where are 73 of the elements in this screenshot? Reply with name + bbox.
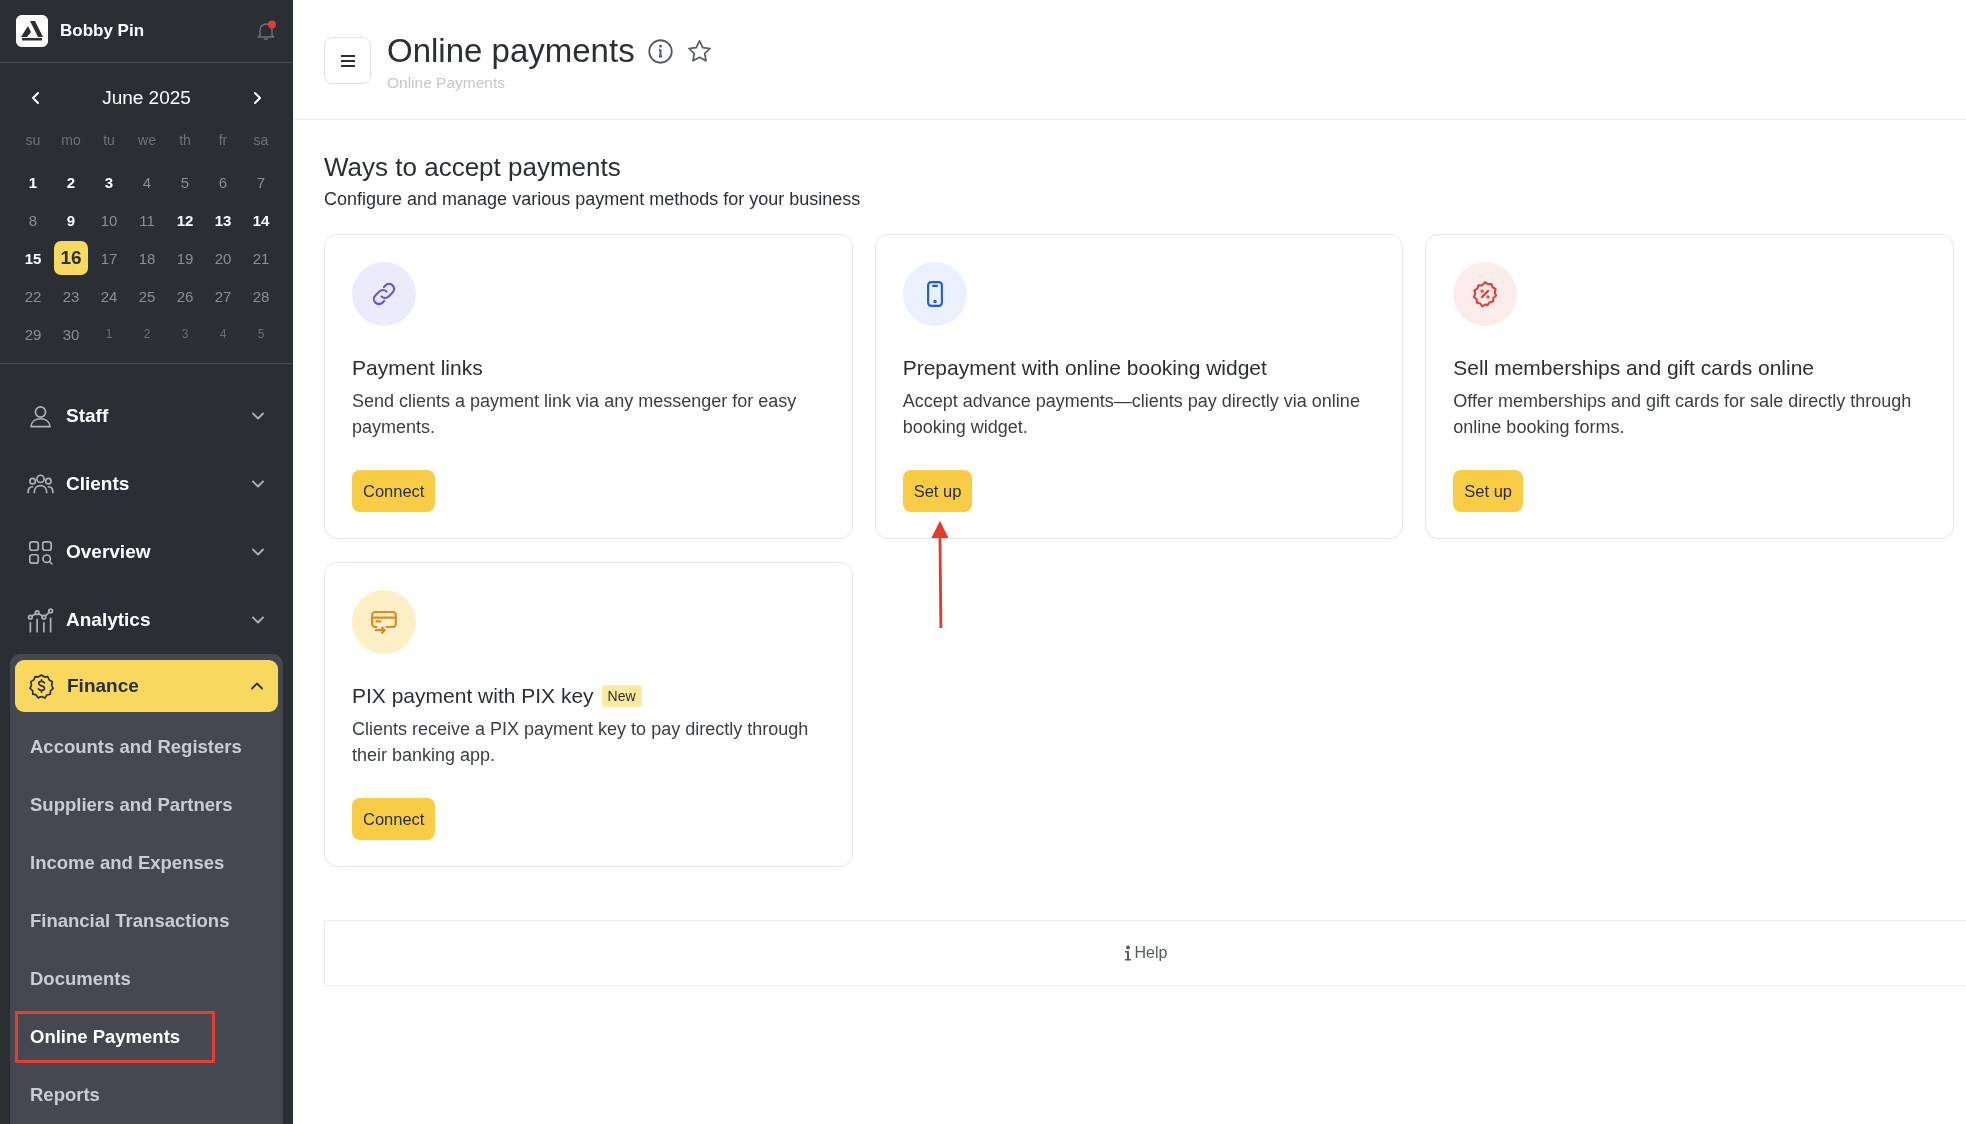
weekday-label: tu: [102, 131, 116, 150]
card-title: Prepayment with online booking widget: [902, 356, 1267, 380]
calendar-day[interactable]: 24: [92, 279, 126, 313]
card-title: Sell memberships and gift cards online: [1453, 356, 1814, 380]
nav-item[interactable]: Finance: [15, 660, 278, 712]
calendar-day[interactable]: 2: [130, 317, 164, 351]
help-link[interactable]: Help: [1123, 944, 1168, 962]
calendar-day[interactable]: 13: [206, 203, 240, 237]
calendar-day[interactable]: 16: [54, 241, 88, 275]
card-description: Send clients a payment link via any messenger for easy payments.: [352, 390, 798, 439]
nav-item[interactable]: Analytics: [14, 594, 279, 646]
weekday-label: mo: [60, 131, 82, 150]
weekday-label: sa: [252, 131, 270, 150]
calendar-day[interactable]: 4: [206, 317, 240, 351]
weekday-label: th: [178, 131, 192, 150]
weekday-label: we: [137, 131, 157, 150]
calendar-day[interactable]: 27: [206, 279, 240, 313]
calendar-day[interactable]: 26: [168, 279, 202, 313]
calendar-day[interactable]: 12: [168, 203, 202, 237]
calendar-day[interactable]: 15: [16, 241, 50, 275]
weekday-label: su: [24, 131, 42, 150]
card-action-button[interactable]: Set up: [1453, 470, 1524, 512]
card-description: Accept advance payments—clients pay directly via online booking widget.: [902, 390, 1361, 439]
calendar-day[interactable]: 11: [130, 203, 164, 237]
section-subtitle: Configure and manage various payment methods for your business: [324, 189, 862, 210]
calendar-day[interactable]: 21: [244, 241, 278, 275]
nav-item[interactable]: Staff: [14, 390, 279, 442]
submenu-item[interactable]: Accounts and Registers: [15, 721, 257, 773]
submenu-item[interactable]: Income and Expenses: [15, 837, 240, 889]
calendar-day[interactable]: 3: [92, 165, 126, 199]
section-title: Ways to accept payments: [324, 152, 622, 183]
calendar-day[interactable]: 4: [130, 165, 164, 199]
calendar-day[interactable]: 3: [168, 317, 202, 351]
page-title: Online payments: [387, 32, 635, 70]
submenu-item[interactable]: Financial Transactions: [15, 895, 245, 947]
user-name: Bobby Pin: [60, 21, 146, 41]
calendar-day[interactable]: 8: [16, 203, 50, 237]
calendar-day[interactable]: 19: [168, 241, 202, 275]
calendar-day[interactable]: 22: [16, 279, 50, 313]
calendar-day[interactable]: 6: [206, 165, 240, 199]
card-title: Payment links: [352, 356, 483, 380]
card-description: Offer memberships and gift cards for sale directly through online booking forms.: [1453, 390, 1913, 439]
submenu-item[interactable]: Suppliers and Partners: [15, 779, 248, 831]
calendar-day[interactable]: 29: [16, 317, 50, 351]
card-action-button[interactable]: Set up: [902, 470, 973, 512]
card-title: PIX payment with PIX key: [352, 684, 594, 708]
calendar-day[interactable]: 2: [54, 165, 88, 199]
calendar-day[interactable]: 5: [168, 165, 202, 199]
calendar-day[interactable]: 23: [54, 279, 88, 313]
calendar-day[interactable]: 1: [92, 317, 126, 351]
calendar-day[interactable]: 18: [130, 241, 164, 275]
calendar-day[interactable]: 10: [92, 203, 126, 237]
calendar-day[interactable]: 1: [16, 165, 50, 199]
submenu-item[interactable]: Online Payments: [15, 1011, 215, 1063]
nav-item[interactable]: Overview: [14, 526, 279, 578]
card-description: Clients receive a PIX payment key to pay directly through their banking app.: [352, 718, 810, 767]
card-action-button[interactable]: Connect: [352, 798, 436, 840]
month-label: June 2025: [102, 87, 191, 109]
calendar-day[interactable]: 25: [130, 279, 164, 313]
calendar-day[interactable]: 9: [54, 203, 88, 237]
calendar-day[interactable]: 7: [244, 165, 278, 199]
calendar-day[interactable]: 14: [244, 203, 278, 237]
submenu-item[interactable]: Documents: [15, 953, 215, 1005]
new-badge: New: [601, 685, 642, 707]
calendar-day[interactable]: 30: [54, 317, 88, 351]
calendar-day[interactable]: 5: [244, 317, 278, 351]
calendar-day[interactable]: 20: [206, 241, 240, 275]
calendar-day[interactable]: 28: [244, 279, 278, 313]
card-action-button[interactable]: Connect: [352, 470, 436, 512]
calendar-day[interactable]: 17: [92, 241, 126, 275]
submenu-item[interactable]: Reports: [15, 1069, 215, 1121]
weekday-label: fr: [217, 131, 229, 150]
nav-item[interactable]: Clients: [14, 458, 279, 510]
